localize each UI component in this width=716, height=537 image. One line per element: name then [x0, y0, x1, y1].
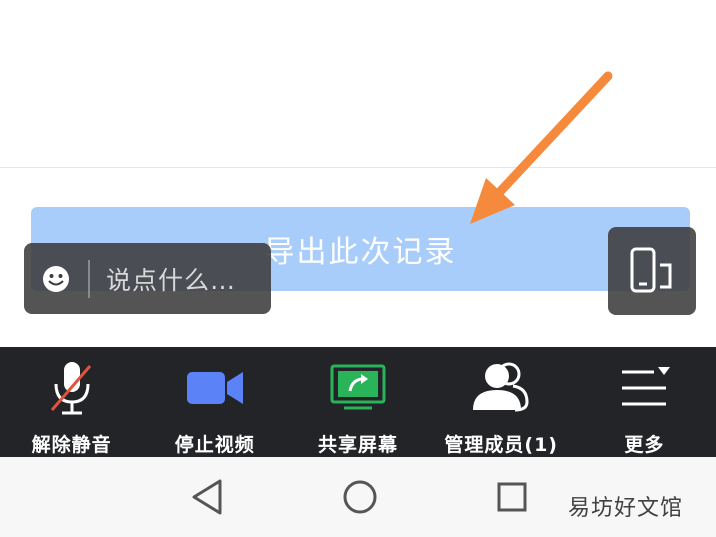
more-label: 更多	[624, 434, 665, 456]
manage-members-label: 管理成员(1)	[444, 434, 558, 456]
back-icon[interactable]	[187, 477, 227, 517]
divider	[0, 167, 716, 168]
chat-input-box[interactable]: 说点什么…	[24, 243, 271, 314]
video-camera-icon	[180, 357, 250, 418]
more-button[interactable]: 更多	[573, 347, 716, 457]
meeting-toolbar: 解除静音 停止视频 共享屏幕 管理成员(1) 更多	[0, 347, 716, 457]
chat-separator	[88, 259, 90, 298]
share-screen-label: 共享屏幕	[318, 434, 399, 456]
watermark-text: 易坊好文馆	[568, 496, 684, 521]
unmute-label: 解除静音	[31, 434, 112, 456]
members-icon	[466, 357, 536, 418]
smiley-icon[interactable]	[24, 243, 88, 314]
content-area	[0, 0, 716, 168]
more-menu-icon	[609, 357, 679, 418]
screen-rotate-button[interactable]	[608, 227, 696, 315]
mic-muted-icon	[37, 357, 107, 418]
stop-video-label: 停止视频	[174, 434, 255, 456]
chat-placeholder: 说点什么…	[106, 265, 237, 295]
share-screen-button[interactable]: 共享屏幕	[286, 347, 429, 457]
stop-video-button[interactable]: 停止视频	[143, 347, 286, 457]
unmute-button[interactable]: 解除静音	[0, 347, 143, 457]
screen-rotate-icon	[630, 247, 672, 293]
home-icon[interactable]	[340, 477, 380, 517]
share-screen-icon	[323, 357, 393, 418]
recents-icon[interactable]	[492, 477, 532, 517]
manage-members-button[interactable]: 管理成员(1)	[430, 347, 573, 457]
